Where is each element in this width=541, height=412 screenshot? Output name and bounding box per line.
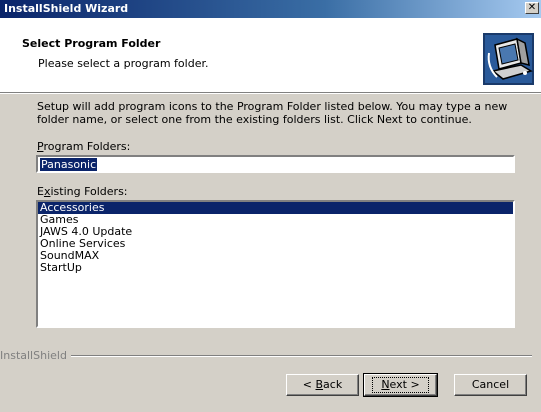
program-folders-label-rest: rogram Folders: (43, 140, 131, 153)
back-button[interactable]: < Back (286, 374, 359, 396)
brand-label: InstallShield (0, 349, 71, 362)
footer-divider (0, 355, 532, 357)
program-folder-input[interactable]: Panasonic (36, 155, 515, 173)
instructions-text: Setup will add program icons to the Prog… (37, 100, 508, 126)
existing-folders-label-first: E (37, 185, 44, 198)
list-item[interactable]: StartUp (38, 262, 513, 274)
close-button[interactable]: ✕ (525, 2, 539, 14)
next-mnemonic: N (381, 378, 390, 391)
window-title: InstallShield Wizard (4, 2, 129, 15)
back-mnemonic: B (315, 378, 324, 391)
back-rest: ack (323, 378, 343, 391)
header-divider (0, 92, 541, 94)
cancel-button[interactable]: Cancel (454, 374, 527, 396)
existing-folders-label-rest: isting Folders: (50, 185, 128, 198)
back-prefix: < (302, 378, 316, 391)
title-bar[interactable]: InstallShield Wizard ✕ (0, 0, 541, 18)
list-item[interactable]: Accessories (38, 202, 513, 214)
computer-installer-icon (483, 33, 534, 85)
program-folders-label: Program Folders: (37, 140, 130, 153)
next-button[interactable]: Next > (363, 373, 438, 397)
program-folder-value: Panasonic (40, 158, 98, 171)
wizard-header: Select Program Folder Please select a pr… (0, 18, 541, 92)
list-item[interactable]: Online Services (38, 238, 513, 250)
existing-folders-list[interactable]: Accessories Games JAWS 4.0 Update Online… (36, 200, 515, 328)
page-subtitle: Please select a program folder. (38, 57, 209, 70)
next-rest: ext > (389, 378, 420, 391)
list-item[interactable]: SoundMAX (38, 250, 513, 262)
close-icon: ✕ (527, 2, 537, 13)
next-focus-rect: Next > (372, 377, 429, 393)
existing-folders-label: Existing Folders: (37, 185, 128, 198)
page-title: Select Program Folder (22, 37, 161, 50)
